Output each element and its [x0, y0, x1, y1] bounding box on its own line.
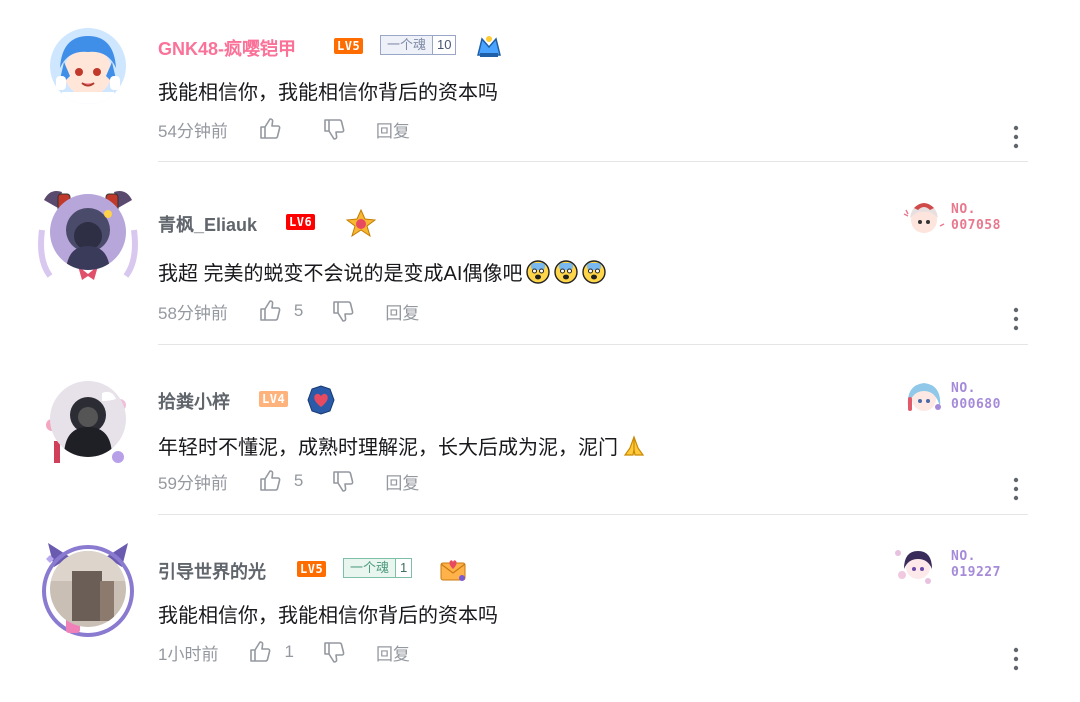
timestamp: 58分钟前: [158, 303, 228, 323]
avatar[interactable]: [50, 551, 126, 627]
fan-card-character-icon: [895, 550, 932, 584]
comment-meta: 58分钟前 5 回复: [158, 299, 419, 323]
more-options-icon[interactable]: [1008, 646, 1024, 672]
comment-text: 年轻时不懂泥，成熟时理解泥，长大后成为泥，泥门: [158, 431, 646, 460]
crown-badge-icon: [477, 36, 501, 57]
like-button[interactable]: [258, 117, 294, 141]
thumbs-up-icon: [250, 641, 271, 662]
like-button[interactable]: 5: [258, 299, 303, 323]
like-button[interactable]: 1: [248, 640, 294, 664]
username[interactable]: 拾粪小梓: [158, 388, 230, 414]
fan-card-character-icon: [907, 383, 941, 411]
fan-medal-level: 10: [432, 36, 456, 54]
fan-card-number: NO. 000680: [951, 381, 1001, 413]
avatar[interactable]: [50, 28, 126, 104]
reply-button[interactable]: 回复: [376, 640, 410, 665]
timestamp: 1小时前: [158, 644, 219, 664]
timestamp: 59分钟前: [158, 473, 228, 493]
fan-card-number-label: NO.: [951, 381, 976, 396]
fan-card-number: NO. 007058: [951, 202, 1001, 234]
pray-emoji-icon: [623, 435, 645, 456]
thumbs-down-icon: [333, 471, 354, 492]
more-options-icon[interactable]: [1008, 124, 1024, 150]
scared-emoji-icon: [526, 260, 551, 284]
envelope-badge-icon: [440, 560, 466, 581]
scared-emoji-icon: [554, 260, 579, 284]
scared-emoji-icon: [582, 260, 607, 284]
comment-text: 我能相信你，我能相信你背后的资本吗: [158, 605, 498, 627]
reply-button[interactable]: 回复: [385, 469, 419, 494]
fan-card[interactable]: NO. 007058: [896, 198, 1020, 242]
avatar[interactable]: [50, 381, 126, 457]
fan-card-character-icon: [903, 203, 945, 233]
comment-text: 我超 完美的蜕变不会说的是变成AI偶像吧: [158, 257, 607, 286]
star-badge-icon: [346, 208, 376, 238]
username[interactable]: GNK48-疯嘤铠甲: [158, 35, 296, 61]
reply-button[interactable]: 回复: [376, 117, 410, 142]
level-badge: LV5: [334, 38, 364, 54]
level-badge: LV4: [259, 391, 289, 407]
heart-badge-icon: [307, 385, 335, 415]
comment-text-body: 年轻时不懂泥，成熟时理解泥，长大后成为泥，泥门: [158, 437, 618, 459]
comment-item: 青枫_Eliauk LV6 我超 完美的蜕变不会说的是变成AI偶像吧 58分钟前…: [0, 162, 1080, 345]
like-count: 5: [293, 301, 304, 320]
dislike-button[interactable]: [322, 117, 346, 141]
comment-item: GNK48-疯嘤铠甲 LV5 一个魂 10 我能相信你，我能相信你背后的资本吗 …: [0, 0, 1080, 162]
fan-card-number: NO. 019227: [951, 549, 1001, 581]
more-options-icon[interactable]: [1008, 476, 1024, 502]
comment-text: 我能相信你，我能相信你背后的资本吗: [158, 82, 498, 104]
thumbs-down-icon: [324, 119, 345, 140]
dislike-button[interactable]: [322, 640, 346, 664]
thumbs-up-icon: [260, 470, 281, 491]
comment-meta: 1小时前 1 回复: [158, 640, 410, 664]
fan-medal-name: 一个魂: [381, 36, 433, 54]
more-options-icon[interactable]: [1008, 306, 1024, 332]
avatar[interactable]: [50, 194, 126, 270]
fan-card-number-label: NO.: [951, 549, 976, 564]
fan-card-number-value: 000680: [951, 397, 1001, 412]
fan-card-number-label: NO.: [951, 202, 976, 217]
comment-item: 拾粪小梓 LV4 年轻时不懂泥，成熟时理解泥，长大后成为泥，泥门 59分钟前 5…: [0, 345, 1080, 515]
username[interactable]: 青枫_Eliauk: [158, 211, 257, 237]
fan-card[interactable]: NO. 000680: [896, 377, 1020, 421]
fan-medal-level: 1: [395, 559, 412, 577]
comment-meta: 59分钟前 5 回复: [158, 469, 419, 493]
thumbs-up-icon: [260, 118, 281, 139]
dislike-button[interactable]: [331, 299, 355, 323]
level-badge: LV5: [297, 561, 327, 577]
thumbs-down-icon: [324, 642, 345, 663]
like-count: 5: [293, 471, 304, 490]
fan-medal[interactable]: 一个魂 10: [380, 35, 457, 55]
comment-meta: 54分钟前 回复: [158, 117, 410, 141]
username[interactable]: 引导世界的光: [158, 558, 266, 584]
fan-card-number-value: 007058: [951, 218, 1001, 233]
comment-item: 引导世界的光 LV5 一个魂 1 我能相信你，我能相信你背后的资本吗 1小时前 …: [0, 515, 1080, 702]
fan-medal-name: 一个魂: [344, 559, 396, 577]
thumbs-up-icon: [260, 300, 281, 321]
dislike-button[interactable]: [331, 469, 355, 493]
like-count: 1: [284, 642, 294, 661]
timestamp: 54分钟前: [158, 121, 228, 141]
level-badge: LV6: [286, 214, 316, 230]
thumbs-down-icon: [333, 301, 354, 322]
comment-text-body: 我超 完美的蜕变不会说的是变成AI偶像吧: [158, 263, 523, 285]
fan-card-number-value: 019227: [951, 565, 1001, 580]
fan-card[interactable]: NO. 019227: [895, 545, 1020, 589]
like-button[interactable]: 5: [258, 469, 303, 493]
fan-medal[interactable]: 一个魂 1: [343, 558, 413, 578]
reply-button[interactable]: 回复: [385, 299, 419, 324]
